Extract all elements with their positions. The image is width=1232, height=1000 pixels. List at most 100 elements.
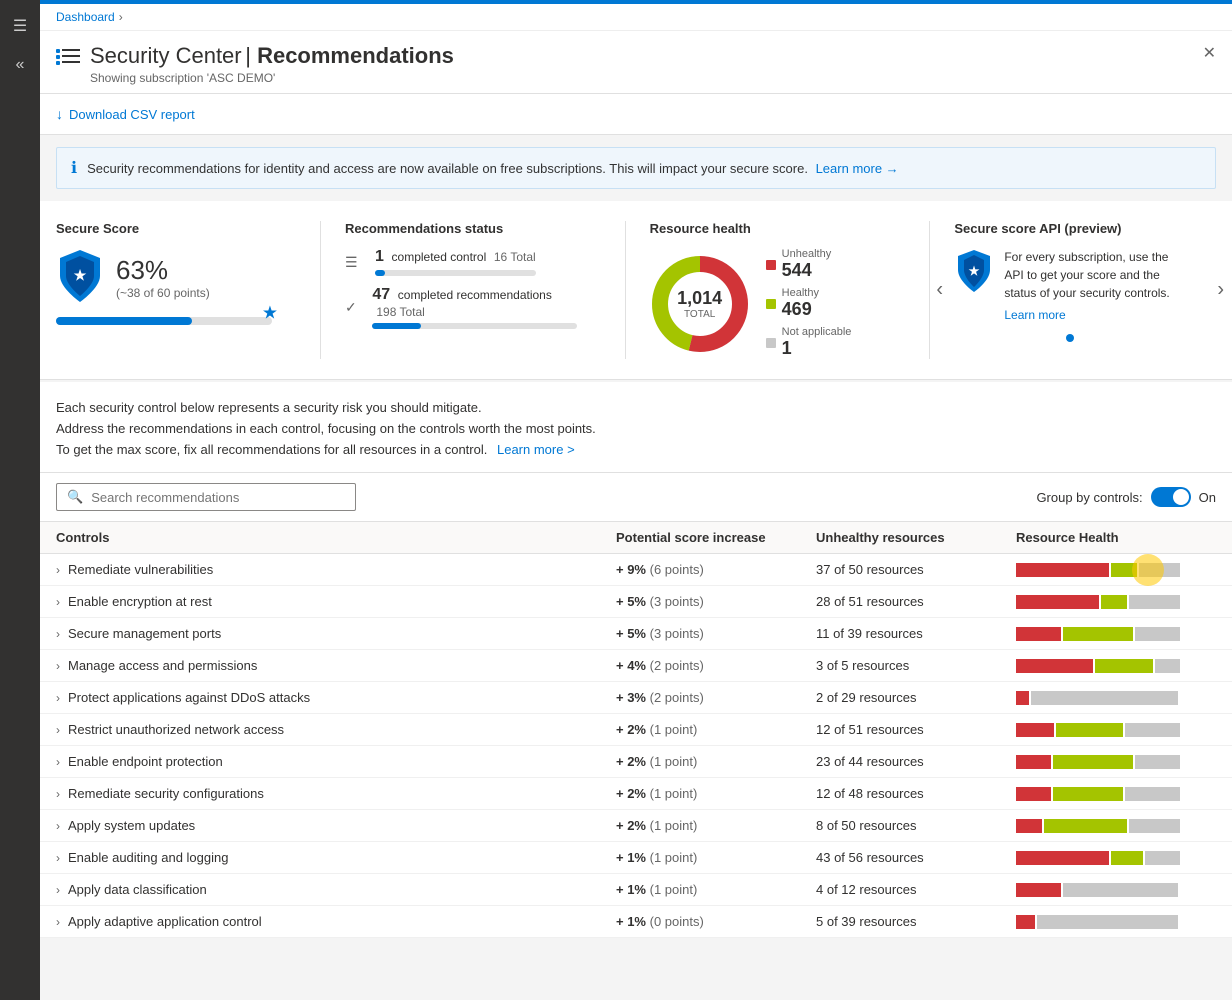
bar-gray [1125, 723, 1180, 737]
download-csv-button[interactable]: ↓ Download CSV report [56, 102, 195, 126]
table-row[interactable]: › Apply data classification + 1% (1 poin… [40, 874, 1232, 906]
table-row[interactable]: › Manage access and permissions + 4% (2 … [40, 650, 1232, 682]
score-increase: + 2% (1 point) [616, 754, 816, 769]
svg-text:★: ★ [969, 264, 980, 278]
row-name: › Enable auditing and logging [56, 850, 616, 865]
api-title: Secure score API (preview) [954, 221, 1186, 236]
expand-chevron[interactable]: › [56, 627, 60, 641]
table-row[interactable]: › Apply system updates + 2% (1 point) 8 … [40, 810, 1232, 842]
search-input[interactable] [91, 490, 345, 505]
score-increase: + 4% (2 points) [616, 658, 816, 673]
col-header-score: Potential score increase [616, 530, 816, 545]
expand-chevron[interactable]: › [56, 755, 60, 769]
healthy-info: Healthy 469 [782, 287, 819, 320]
bar-gray [1129, 819, 1180, 833]
unhealthy-resources: 8 of 50 resources [816, 818, 1016, 833]
unhealthy-resources: 23 of 44 resources [816, 754, 1016, 769]
table-row[interactable]: › Restrict unauthorized network access +… [40, 714, 1232, 746]
score-star-icon: ★ [262, 303, 278, 324]
row-name: › Secure management ports [56, 626, 616, 641]
healthy-value: 469 [782, 299, 819, 320]
bar-green [1111, 563, 1137, 577]
donut-label: TOTAL [677, 309, 722, 320]
breadcrumb-dashboard[interactable]: Dashboard [56, 10, 115, 24]
control-name: Manage access and permissions [68, 658, 257, 673]
health-bar [1016, 915, 1216, 929]
rec-recs-count: 47 [372, 286, 390, 303]
na-info: Not applicable 1 [782, 326, 852, 359]
health-bar [1016, 723, 1216, 737]
svg-text:★: ★ [74, 267, 87, 283]
na-label: Not applicable [782, 326, 852, 338]
unhealthy-resources: 11 of 39 resources [816, 626, 1016, 641]
divider-3 [929, 221, 930, 359]
table-row[interactable]: › Secure management ports + 5% (3 points… [40, 618, 1232, 650]
banner-learn-more-link[interactable]: Learn more → [816, 161, 899, 176]
page-header: Security Center | Recommendations Showin… [40, 31, 1232, 94]
rec-recs-count-line: 47 completed recommendations 198 Total [372, 286, 576, 319]
col-header-unhealthy: Unhealthy resources [816, 530, 1016, 545]
nav-collapse-icon[interactable]: « [8, 48, 33, 82]
table-row[interactable]: › Enable auditing and logging + 1% (1 po… [40, 842, 1232, 874]
row-name: › Protect applications against DDoS atta… [56, 690, 616, 705]
health-bar [1016, 755, 1216, 769]
table-row[interactable]: › Enable endpoint protection + 2% (1 poi… [40, 746, 1232, 778]
na-dot [766, 338, 776, 348]
control-name: Apply adaptive application control [68, 914, 262, 929]
score-increase: + 1% (1 point) [616, 882, 816, 897]
carousel-dot-active [1066, 334, 1074, 342]
unhealthy-resources: 12 of 48 resources [816, 786, 1016, 801]
healthy-dot [766, 299, 776, 309]
table-row[interactable]: › Apply adaptive application control + 1… [40, 906, 1232, 938]
row-name: › Remediate vulnerabilities [56, 562, 616, 577]
bar-red [1016, 787, 1051, 801]
bar-red [1016, 659, 1093, 673]
api-content: ★ For every subscription, use the API to… [954, 248, 1186, 322]
control-name: Enable endpoint protection [68, 754, 223, 769]
secure-score-content: ★ 63% (~38 of 60 points) [56, 248, 272, 307]
bar-green [1095, 659, 1153, 673]
score-increase: + 2% (1 point) [616, 722, 816, 737]
toggle-thumb [1173, 489, 1189, 505]
score-increase: + 9% (6 points) [616, 562, 816, 577]
intro-learn-more-link[interactable]: Learn more > [497, 442, 575, 457]
close-button[interactable]: ✕ [1203, 43, 1216, 63]
bar-red [1016, 915, 1035, 929]
expand-chevron[interactable]: › [56, 563, 60, 577]
expand-chevron[interactable]: › [56, 595, 60, 609]
carousel-prev-button[interactable]: ‹ [936, 279, 943, 302]
col-header-controls: Controls [56, 530, 616, 545]
table-row[interactable]: › Protect applications against DDoS atta… [40, 682, 1232, 714]
table-row[interactable]: › Remediate vulnerabilities + 9% (6 poin… [40, 554, 1232, 586]
bar-gray [1031, 691, 1178, 705]
expand-chevron[interactable]: › [56, 915, 60, 929]
carousel-next-button[interactable]: › [1217, 279, 1224, 302]
bar-green [1044, 819, 1127, 833]
rec-recs-icon: ✓ [345, 299, 362, 316]
table-row[interactable]: › Enable encryption at rest + 5% (3 poin… [40, 586, 1232, 618]
expand-chevron[interactable]: › [56, 691, 60, 705]
score-bar-track: ★ [56, 317, 272, 325]
unhealthy-resources: 2 of 29 resources [816, 690, 1016, 705]
expand-chevron[interactable]: › [56, 883, 60, 897]
unhealthy-info: Unhealthy 544 [782, 248, 832, 281]
bar-gray [1037, 915, 1178, 929]
group-by-toggle[interactable] [1151, 487, 1191, 507]
bar-green [1053, 787, 1123, 801]
score-increase: + 5% (3 points) [616, 626, 816, 641]
group-by-label: Group by controls: [1036, 490, 1142, 505]
table-row[interactable]: › Remediate security configurations + 2%… [40, 778, 1232, 810]
expand-chevron[interactable]: › [56, 851, 60, 865]
secure-score-title: Secure Score [56, 221, 272, 236]
expand-chevron[interactable]: › [56, 787, 60, 801]
nav-menu-icon[interactable]: ☰ [5, 8, 35, 44]
expand-chevron[interactable]: › [56, 819, 60, 833]
health-bar [1016, 691, 1216, 705]
score-increase: + 5% (3 points) [616, 594, 816, 609]
expand-chevron[interactable]: › [56, 723, 60, 737]
rec-recs-bar-fill [372, 323, 421, 329]
api-learn-more-link[interactable]: Learn more [1004, 308, 1186, 322]
breadcrumb[interactable]: Dashboard › [40, 4, 1232, 31]
bar-red [1016, 627, 1061, 641]
expand-chevron[interactable]: › [56, 659, 60, 673]
